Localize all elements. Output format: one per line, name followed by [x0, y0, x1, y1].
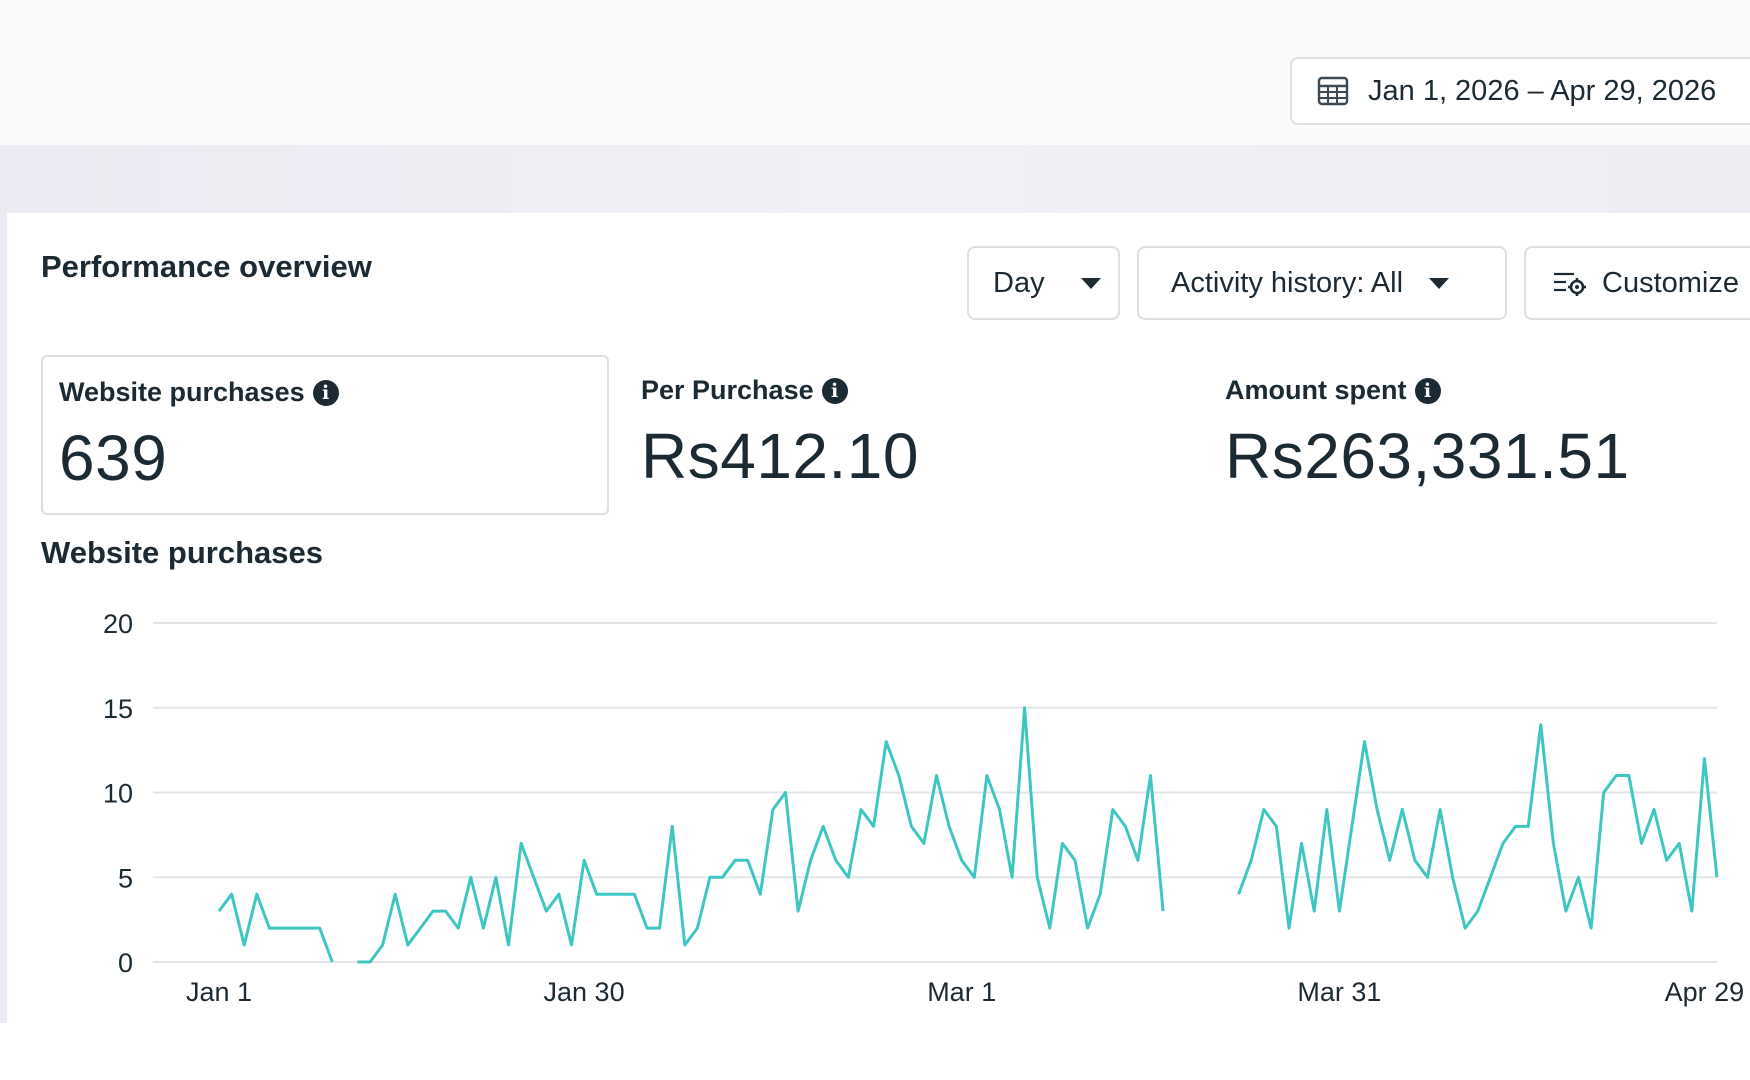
y-tick-label: 0	[118, 948, 133, 978]
left-gutter	[0, 213, 7, 1023]
x-tick-label: Mar 31	[1297, 977, 1381, 1007]
y-tick-label: 5	[118, 863, 133, 893]
y-tick-label: 15	[103, 694, 133, 724]
y-tick-label: 10	[103, 779, 133, 809]
header-band	[0, 145, 1750, 213]
x-tick-label: Jan 30	[544, 977, 625, 1007]
x-tick-label: Jan 1	[186, 977, 252, 1007]
y-tick-label: 20	[103, 609, 133, 639]
series-line	[217, 892, 334, 963]
date-range-label: Jan 1, 2026 – Apr 29, 2026	[1368, 74, 1717, 107]
series-line	[1237, 723, 1719, 930]
bottom-strip	[0, 1023, 1750, 1080]
date-range-picker[interactable]: Jan 1, 2026 – Apr 29, 2026	[1290, 57, 1750, 125]
performance-overview-card: Performance overview Day Activity histor…	[7, 213, 1750, 1023]
calendar-icon	[1316, 74, 1350, 108]
x-tick-label: Apr 29	[1665, 977, 1745, 1007]
series-line	[357, 706, 1165, 964]
purchases-line-chart: 0 5 10 15 20 Jan 1 Jan 30 Mar 1 Mar 31 Apr 29	[103, 609, 1745, 1007]
x-tick-label: Mar 1	[927, 977, 996, 1007]
